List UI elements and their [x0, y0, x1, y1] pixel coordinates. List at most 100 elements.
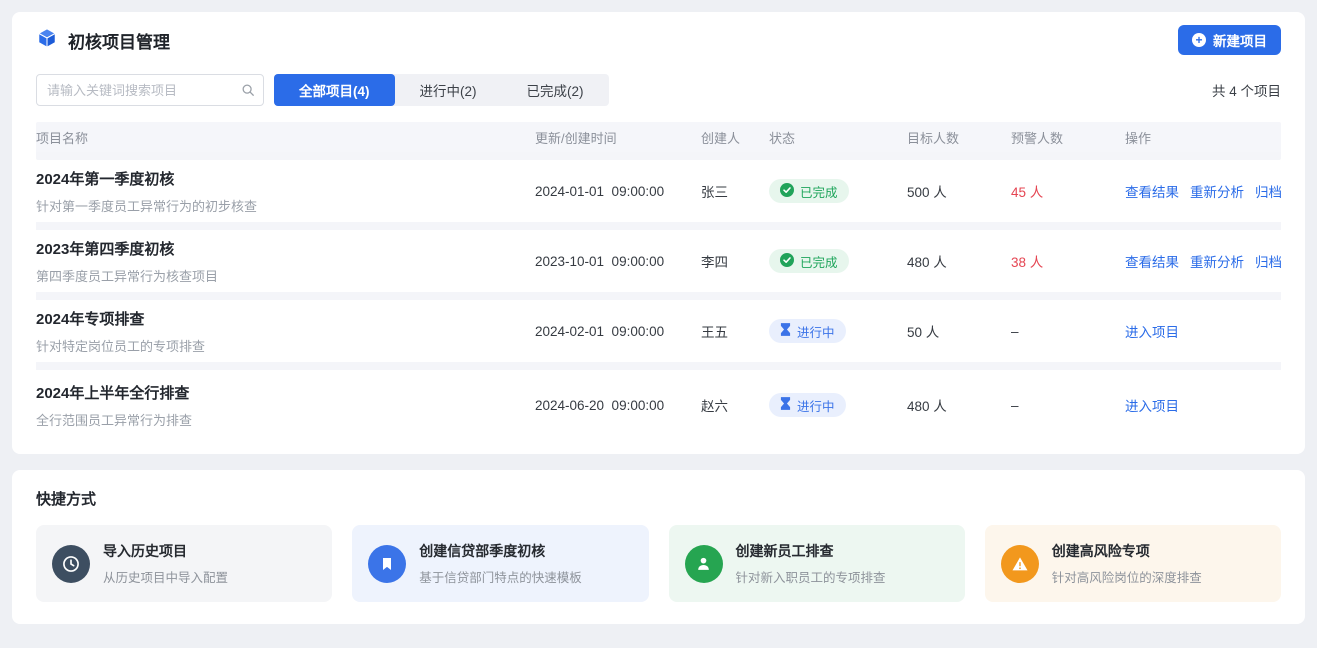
tab-0[interactable]: 全部项目(4) [274, 74, 395, 106]
status-label: 已完成 [800, 252, 838, 271]
column-header-1: 更新/创建时间 [535, 128, 701, 147]
shortcut-card-2[interactable]: 创建新员工排查针对新入职员工的专项排查 [669, 525, 965, 602]
card-text: 创建新员工排查针对新入职员工的专项排查 [736, 541, 886, 586]
plus-icon: + [1192, 33, 1206, 47]
column-header-6: 操作 [1125, 128, 1281, 147]
column-header-5: 预警人数 [1011, 128, 1125, 147]
table-row: 2024年上半年全行排查全行范围员工异常行为排查2024-06-20 09:00… [36, 370, 1281, 440]
warning-count: – [1011, 398, 1125, 413]
project-description: 针对第一季度员工异常行为的初步核查 [36, 196, 535, 215]
status-badge: 进行中 [769, 319, 846, 343]
status-badge: 已完成 [769, 249, 849, 273]
shortcuts-title: 快捷方式 [36, 488, 1281, 509]
status-cell: 已完成 [769, 179, 907, 203]
card-title: 创建信贷部季度初核 [419, 541, 582, 561]
column-header-0: 项目名称 [36, 128, 535, 147]
project-description: 全行范围员工异常行为排查 [36, 410, 535, 429]
project-name-cell: 2024年上半年全行排查全行范围员工异常行为排查 [36, 382, 535, 429]
update-time: 2023-10-01 09:00:00 [535, 254, 701, 269]
project-name: 2024年上半年全行排查 [36, 382, 535, 403]
shortcut-card-1[interactable]: 创建信贷部季度初核基于信贷部门特点的快速模板 [352, 525, 648, 602]
project-name: 2024年专项排查 [36, 308, 535, 329]
page: 初核项目管理 + 新建项目 全部项目(4)进行中(2)已完成(2) 共 4 个项… [0, 0, 1317, 648]
actions-cell: 查看结果重新分析归档 [1125, 251, 1281, 271]
card-text: 导入历史项目从历史项目中导入配置 [103, 541, 228, 586]
card-description: 基于信贷部门特点的快速模板 [419, 567, 582, 586]
status-label: 已完成 [800, 182, 838, 201]
project-name-cell: 2024年第一季度初核针对第一季度员工异常行为的初步核查 [36, 168, 535, 215]
shortcut-cards: 导入历史项目从历史项目中导入配置创建信贷部季度初核基于信贷部门特点的快速模板创建… [36, 525, 1281, 602]
status-cell: 进行中 [769, 319, 907, 343]
check-circle-icon [780, 253, 794, 270]
filter-tabs: 全部项目(4)进行中(2)已完成(2) [274, 74, 609, 106]
status-cell: 已完成 [769, 249, 907, 273]
tab-2[interactable]: 已完成(2) [502, 74, 609, 106]
update-time: 2024-01-01 09:00:00 [535, 184, 701, 199]
actions-cell: 进入项目 [1125, 321, 1281, 341]
project-description: 针对特定岗位员工的专项排查 [36, 336, 535, 355]
shortcut-card-3[interactable]: 创建高风险专项针对高风险岗位的深度排查 [985, 525, 1281, 602]
creator: 赵六 [701, 395, 769, 415]
card-text: 创建信贷部季度初核基于信贷部门特点的快速模板 [419, 541, 582, 586]
bookmark-icon [368, 545, 406, 583]
user-icon [685, 545, 723, 583]
action-link-0[interactable]: 查看结果 [1125, 251, 1179, 271]
warning-count: – [1011, 324, 1125, 339]
action-link-1[interactable]: 重新分析 [1190, 181, 1244, 201]
action-link-0[interactable]: 进入项目 [1125, 321, 1179, 341]
table-header: 项目名称更新/创建时间创建人状态目标人数预警人数操作 [36, 122, 1281, 160]
tab-1[interactable]: 进行中(2) [395, 74, 502, 106]
card-description: 针对高风险岗位的深度排查 [1052, 567, 1202, 586]
target-count: 480 人 [907, 395, 1011, 415]
hourglass-icon [780, 323, 791, 339]
new-project-label: 新建项目 [1213, 30, 1267, 50]
card-description: 针对新入职员工的专项排查 [736, 567, 886, 586]
action-link-0[interactable]: 查看结果 [1125, 181, 1179, 201]
project-name: 2023年第四季度初核 [36, 238, 535, 259]
clock-icon [52, 545, 90, 583]
search-input[interactable] [36, 74, 264, 106]
project-description: 第四季度员工异常行为核查项目 [36, 266, 535, 285]
shortcut-card-0[interactable]: 导入历史项目从历史项目中导入配置 [36, 525, 332, 602]
warning-icon [1001, 545, 1039, 583]
warning-count: 45 人 [1011, 181, 1125, 201]
target-count: 480 人 [907, 251, 1011, 271]
page-title: 初核项目管理 [68, 28, 170, 53]
column-header-4: 目标人数 [907, 128, 1011, 147]
action-link-0[interactable]: 进入项目 [1125, 395, 1179, 415]
project-name-cell: 2023年第四季度初核第四季度员工异常行为核查项目 [36, 238, 535, 285]
status-badge: 进行中 [769, 393, 846, 417]
table-row: 2024年第一季度初核针对第一季度员工异常行为的初步核查2024-01-01 0… [36, 160, 1281, 230]
card-title: 创建新员工排查 [736, 541, 886, 561]
status-label: 进行中 [797, 396, 835, 415]
status-label: 进行中 [797, 322, 835, 341]
title-bar: 初核项目管理 + 新建项目 [36, 12, 1281, 68]
target-count: 500 人 [907, 181, 1011, 201]
project-panel: 初核项目管理 + 新建项目 全部项目(4)进行中(2)已完成(2) 共 4 个项… [12, 12, 1305, 454]
warning-count: 38 人 [1011, 251, 1125, 271]
creator: 李四 [701, 251, 769, 271]
action-link-1[interactable]: 重新分析 [1190, 251, 1244, 271]
action-link-2[interactable]: 归档 [1255, 181, 1282, 201]
search-box [36, 74, 264, 106]
table-row: 2024年专项排查针对特定岗位员工的专项排查2024-02-01 09:00:0… [36, 300, 1281, 370]
creator: 王五 [701, 321, 769, 341]
card-title: 创建高风险专项 [1052, 541, 1202, 561]
toolbar: 全部项目(4)进行中(2)已完成(2) 共 4 个项目 [36, 74, 1281, 106]
card-text: 创建高风险专项针对高风险岗位的深度排查 [1052, 541, 1202, 586]
action-link-2[interactable]: 归档 [1255, 251, 1282, 271]
status-badge: 已完成 [769, 179, 849, 203]
total-count: 共 4 个项目 [1212, 80, 1281, 100]
shortcuts-panel: 快捷方式 导入历史项目从历史项目中导入配置 创建信贷部季度初核基于信贷部门特点的快… [12, 470, 1305, 624]
project-name-cell: 2024年专项排查针对特定岗位员工的专项排查 [36, 308, 535, 355]
card-title: 导入历史项目 [103, 541, 228, 561]
column-header-3: 状态 [769, 128, 907, 147]
update-time: 2024-06-20 09:00:00 [535, 398, 701, 413]
creator: 张三 [701, 181, 769, 201]
status-cell: 进行中 [769, 393, 907, 417]
new-project-button[interactable]: + 新建项目 [1178, 25, 1281, 55]
cube-icon [36, 27, 58, 54]
card-description: 从历史项目中导入配置 [103, 567, 228, 586]
target-count: 50 人 [907, 321, 1011, 341]
hourglass-icon [780, 397, 791, 413]
